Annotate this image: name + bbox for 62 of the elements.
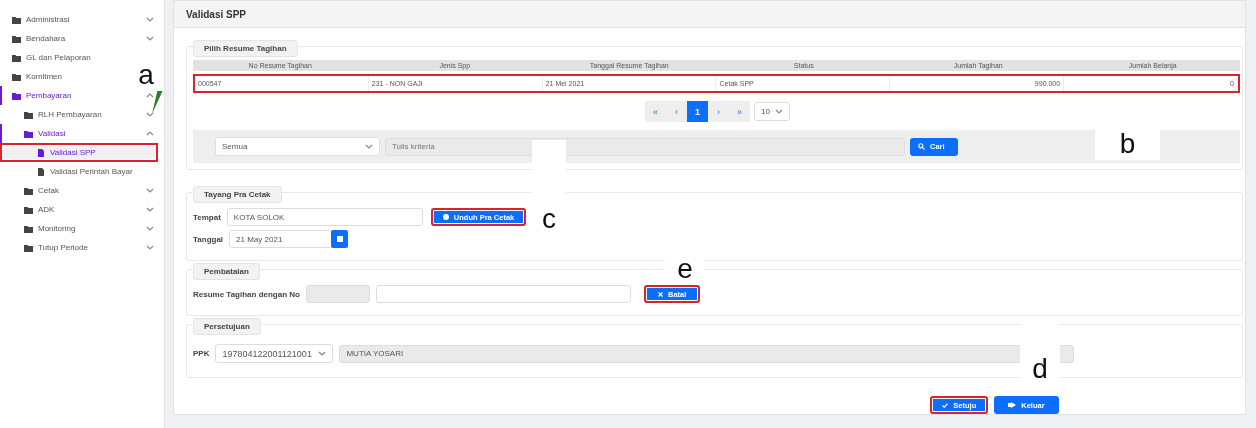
text-field[interactable]: KOTA SOLOK (226, 208, 423, 226)
chevron-icon (146, 35, 154, 42)
calendar-icon (336, 236, 343, 242)
document-icon (36, 167, 45, 176)
sidebar-item[interactable]: Tutup Periode (0, 238, 92, 257)
page-button[interactable]: 1 (687, 101, 708, 122)
close-icon (658, 291, 663, 297)
download-icon (442, 214, 449, 220)
search-field[interactable]: Tulis kriteria (385, 137, 905, 156)
folder-icon (24, 243, 33, 252)
sidebar-item[interactable]: Monitoring (0, 219, 80, 238)
folder-icon (24, 129, 33, 138)
search-icon (918, 143, 925, 150)
sidebar-item[interactable]: GL dan Pelaporan (0, 48, 95, 67)
folder-icon (12, 72, 21, 81)
exit-icon (1008, 402, 1017, 408)
sidebar-item[interactable]: Pembayaran (0, 86, 76, 105)
sidebar-item[interactable]: Cetak (0, 181, 63, 200)
sidebar-item[interactable]: Bendahara (0, 29, 70, 48)
folder-icon (12, 15, 21, 24)
field-label: Tempat (193, 212, 221, 222)
section-legend: Tayang Pra Cetak (193, 186, 282, 203)
chevron-icon (146, 244, 154, 251)
folder-icon (24, 205, 33, 214)
page-title: Validasi SPP (174, 1, 1245, 28)
chevron-icon (146, 225, 154, 232)
chevron-icon (146, 111, 154, 118)
page-size-select[interactable]: 10 (754, 102, 790, 121)
folder-icon (24, 224, 33, 233)
sidebar-item[interactable]: RLH Pembayaran (0, 105, 106, 124)
chevron-icon (146, 206, 154, 213)
chevron-icon (365, 143, 373, 150)
folder-icon (24, 110, 33, 119)
field-label: Resume Tagihan dengan No (193, 289, 300, 299)
folder-icon (12, 91, 21, 100)
section-legend: Pilih Resume Tagihan (193, 40, 298, 57)
sidebar-item[interactable]: Validasi Perintah Bayar (0, 162, 137, 181)
chevron-icon (146, 92, 154, 99)
field-label: PPK (193, 349, 210, 358)
date-field[interactable]: 21 May 2021 (229, 230, 334, 248)
ppk-select[interactable]: 197804122001121001 (215, 344, 334, 363)
calendar-button[interactable] (331, 230, 349, 248)
section-legend: Persetujuan (193, 318, 261, 335)
check-icon (942, 402, 949, 408)
chevron-icon (146, 16, 154, 23)
sidebar-item[interactable]: Administrasi (0, 10, 74, 29)
text-field[interactable] (306, 285, 370, 303)
chevron-icon (146, 187, 154, 194)
filter-select[interactable]: Semua (215, 137, 380, 156)
section-legend: Pembatalan (193, 263, 260, 280)
sidebar-item[interactable]: Validasi SPP (0, 143, 158, 162)
text-field[interactable] (376, 285, 631, 303)
sidebar-item[interactable]: ADK (0, 200, 59, 219)
chevron-icon (318, 350, 327, 357)
folder-icon (12, 34, 21, 43)
field-label: Tanggal (193, 234, 224, 244)
sidebar-item[interactable]: Komitmen (0, 67, 66, 86)
document-icon (36, 148, 45, 157)
chevron-icon (775, 108, 783, 115)
folder-icon (12, 53, 21, 62)
folder-icon (24, 186, 33, 195)
chevron-icon (146, 130, 154, 137)
